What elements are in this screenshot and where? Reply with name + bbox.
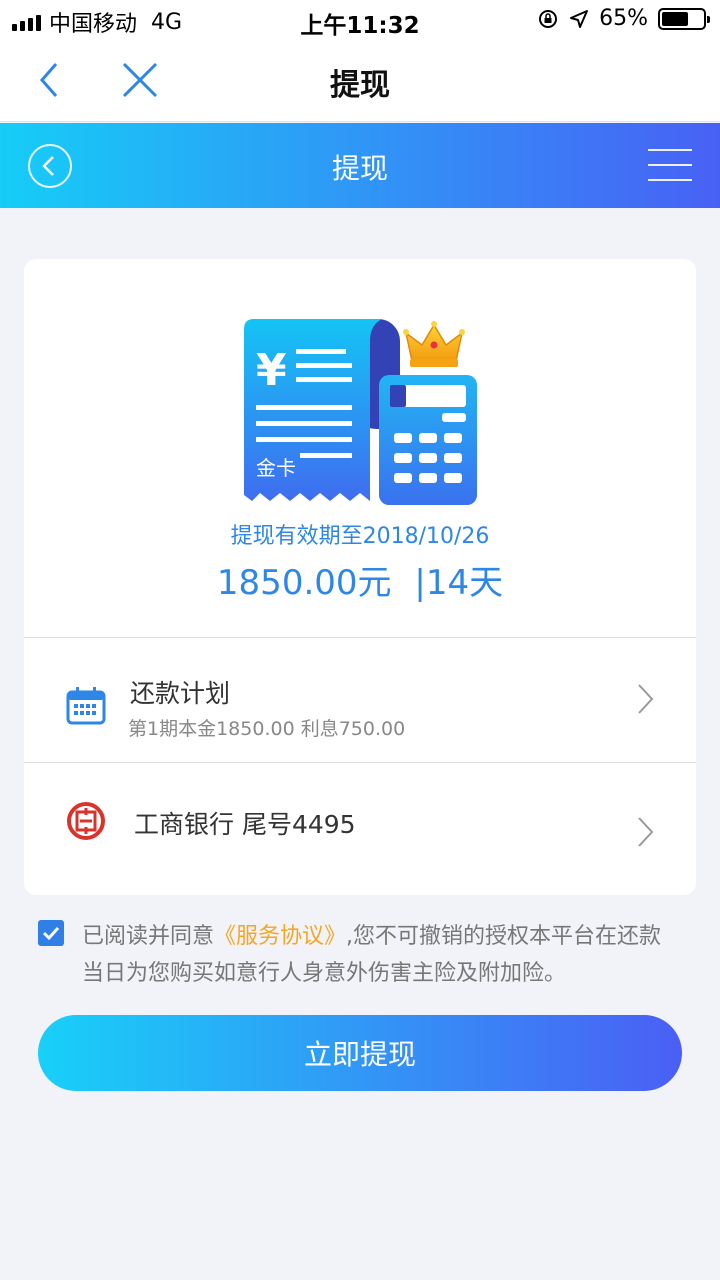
agreement-text: 已阅读并同意《服务协议》,您不可撤销的授权本平台在还款当日为您购买如意行人身意外… (82, 918, 682, 992)
service-agreement-link[interactable]: 《服务协议》 (214, 924, 346, 949)
header-title: 提现 (331, 152, 388, 185)
icbc-logo-icon (67, 802, 105, 840)
calendar-icon (66, 687, 106, 725)
gold-card-illustration: ¥ 金卡 (244, 319, 477, 505)
status-bar: 中国移动 4G 上午11:32 65% (0, 0, 720, 40)
repayment-plan-title: 还款计划 (130, 679, 231, 708)
withdraw-now-button[interactable]: 立即提现 (38, 1015, 682, 1091)
header-bar: 提现 (0, 123, 720, 208)
check-icon (42, 926, 60, 941)
status-right: 65% (537, 6, 710, 31)
repayment-plan-subtitle: 第1期本金1850.00 利息750.00 (128, 718, 406, 740)
page-title: 提现 (330, 68, 390, 103)
term-value: 14天 (425, 563, 504, 603)
withdraw-card: ¥ 金卡 提现有效期至2018/10/26 1850.00元 |14天 还款计划… (24, 259, 696, 895)
chevron-right-icon (638, 684, 654, 714)
amount-row: 1850.00元 |14天 (24, 555, 696, 604)
agreement-prefix: 已阅读并同意 (82, 924, 215, 949)
agreement-checkbox[interactable] (38, 920, 64, 946)
amount-value: 1850.00元 (216, 563, 392, 603)
battery-icon (658, 7, 710, 30)
bank-card-row[interactable]: 工商银行 尾号4495 (24, 763, 696, 895)
illustration-card-label: 金卡 (256, 456, 296, 480)
nav-bar: 提现 (0, 40, 720, 122)
validity-text: 提现有效期至2018/10/26 (230, 524, 490, 549)
amount-separator: | (414, 563, 426, 603)
repayment-plan-row[interactable]: 还款计划 第1期本金1850.00 利息750.00 (24, 638, 696, 762)
orientation-lock-icon (539, 9, 558, 28)
menu-icon[interactable] (648, 149, 692, 183)
location-arrow-icon (570, 9, 589, 28)
battery-percent: 65% (599, 6, 648, 31)
chevron-right-icon (638, 817, 654, 847)
bank-card-text: 工商银行 尾号4495 (134, 810, 356, 839)
svg-text:¥: ¥ (256, 345, 287, 396)
